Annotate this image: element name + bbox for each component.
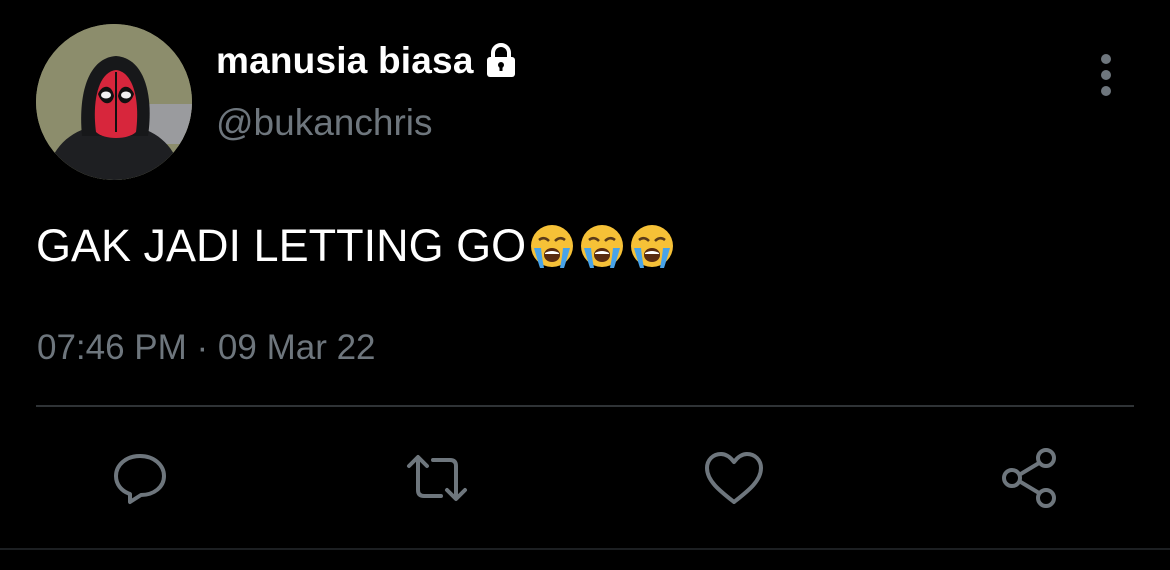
reply-icon[interactable]: [108, 446, 172, 510]
divider: [36, 405, 1134, 407]
tweet-actions: [0, 446, 1170, 510]
share-icon[interactable]: [998, 446, 1062, 510]
bottom-divider: [0, 548, 1170, 550]
tweet-card: manusia biasa @bukanchris GAK JADI LETTI…: [0, 0, 1170, 570]
like-icon[interactable]: [702, 446, 766, 510]
more-options-icon[interactable]: [1086, 52, 1126, 98]
tweet-body: GAK JADI LETTING GO: [36, 220, 527, 271]
user-handle[interactable]: @bukanchris: [216, 102, 433, 144]
loudly-crying-face-icon: [628, 222, 676, 270]
loudly-crying-face-icon: [528, 222, 576, 270]
display-name[interactable]: manusia biasa: [216, 40, 474, 82]
name-row: manusia biasa: [216, 40, 520, 82]
lock-icon: [482, 42, 520, 80]
tweet-text: GAK JADI LETTING GO: [36, 220, 676, 272]
retweet-icon[interactable]: [405, 446, 469, 510]
loudly-crying-face-icon: [578, 222, 626, 270]
avatar[interactable]: [36, 24, 192, 180]
tweet-timestamp[interactable]: 07:46 PM · 09 Mar 22: [37, 328, 376, 368]
